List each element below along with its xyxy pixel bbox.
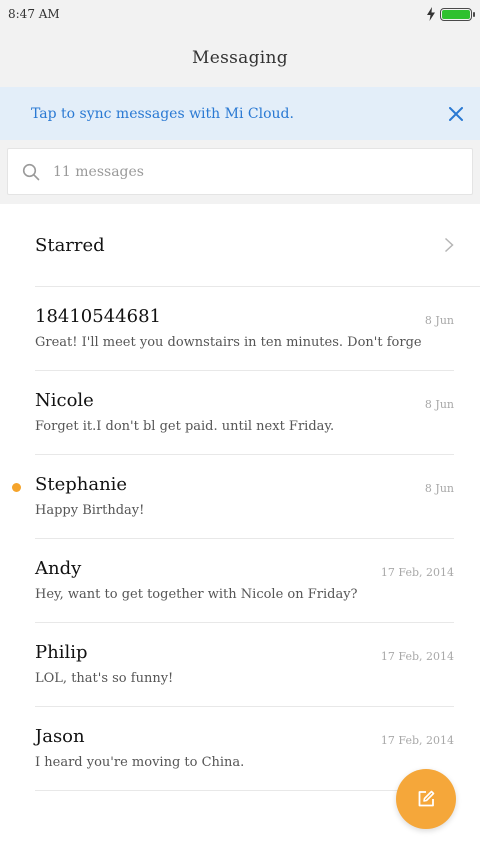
conversation-row-jason[interactable]: Jason 17 Feb, 2014 I heard you're moving… bbox=[35, 707, 454, 791]
status-time: 8:47 AM bbox=[8, 7, 60, 21]
conversation-list: Starred 18410544681 8 Jun Great! I'll me… bbox=[0, 204, 480, 791]
close-banner-button[interactable] bbox=[446, 104, 466, 124]
conversation-row-philip[interactable]: Philip 17 Feb, 2014 LOL, that's so funny… bbox=[35, 623, 454, 707]
starred-item[interactable]: Starred bbox=[35, 204, 480, 287]
status-icons bbox=[426, 7, 475, 21]
title-bar: Messaging bbox=[0, 28, 480, 87]
conversation-row-stephanie[interactable]: Stephanie 8 Jun Happy Birthday! bbox=[12, 455, 454, 539]
close-icon[interactable] bbox=[449, 106, 463, 121]
search-bar: 11 messages bbox=[0, 140, 480, 204]
message-preview: Happy Birthday! bbox=[35, 503, 145, 518]
conversation-row-andy[interactable]: Andy 17 Feb, 2014 Hey, want to get toget… bbox=[35, 539, 454, 623]
page-title: Messaging bbox=[192, 47, 288, 68]
chevron-right-icon bbox=[444, 237, 454, 253]
message-date: 17 Feb, 2014 bbox=[380, 734, 454, 747]
contact-name: Jason bbox=[35, 726, 85, 747]
search-icon bbox=[22, 163, 40, 180]
message-date: 8 Jun bbox=[424, 398, 454, 411]
message-date: 8 Jun bbox=[424, 314, 454, 327]
conversation-row-18410544681[interactable]: 18410544681 8 Jun Great! I'll meet you d… bbox=[35, 287, 454, 371]
search-input[interactable]: 11 messages bbox=[7, 148, 473, 195]
unread-indicator bbox=[12, 483, 21, 492]
contact-name: Stephanie bbox=[35, 474, 128, 495]
contact-name: 18410544681 bbox=[35, 306, 161, 327]
message-date: 17 Feb, 2014 bbox=[380, 566, 454, 579]
contact-name: Andy bbox=[35, 558, 82, 579]
message-preview: Great! I'll meet you downstairs in ten m… bbox=[35, 335, 422, 350]
compose-button[interactable] bbox=[396, 769, 456, 829]
message-preview: Forget it.I don't bl get paid. until nex… bbox=[35, 419, 335, 434]
status-bar: 8:47 AM bbox=[0, 0, 480, 28]
message-date: 8 Jun bbox=[424, 482, 454, 495]
sync-banner[interactable]: Tap to sync messages with Mi Cloud. bbox=[0, 87, 480, 140]
lightning-icon bbox=[427, 7, 435, 21]
compose-icon[interactable] bbox=[416, 789, 436, 809]
battery-icon bbox=[440, 7, 475, 21]
message-preview: Hey, want to get together with Nicole on… bbox=[35, 587, 358, 602]
search-placeholder: 11 messages bbox=[53, 163, 144, 180]
contact-name: Philip bbox=[35, 642, 88, 663]
contact-name: Nicole bbox=[35, 390, 94, 411]
conversation-row-nicole[interactable]: Nicole 8 Jun Forget it.I don't bl get pa… bbox=[35, 371, 454, 455]
message-preview: LOL, that's so funny! bbox=[35, 671, 174, 686]
sync-banner-text[interactable]: Tap to sync messages with Mi Cloud. bbox=[31, 106, 294, 122]
message-preview: I heard you're moving to China. bbox=[35, 755, 245, 770]
message-date: 17 Feb, 2014 bbox=[380, 650, 454, 663]
battery-level bbox=[442, 9, 470, 19]
starred-label: Starred bbox=[35, 234, 105, 256]
